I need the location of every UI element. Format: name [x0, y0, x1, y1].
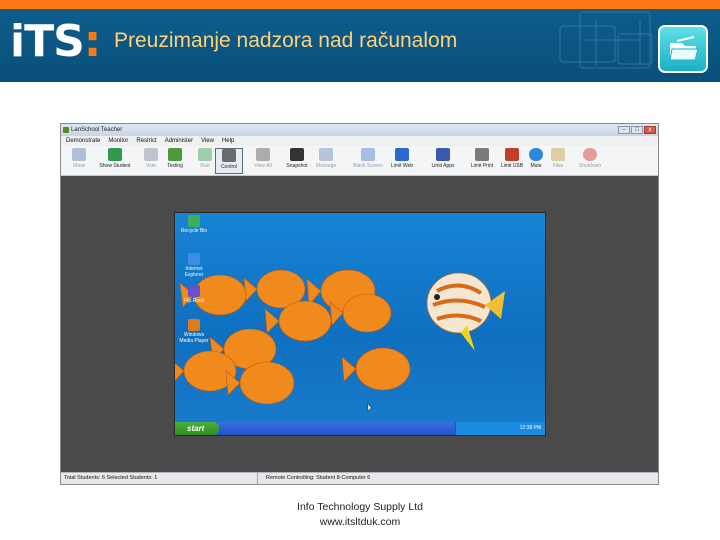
- lanschool-window: LanSchool Teacher – □ x Demonstrate Moni…: [60, 123, 659, 485]
- run-icon: [198, 148, 212, 161]
- monitor-icon: [72, 148, 86, 161]
- printer-icon: [475, 148, 489, 161]
- message-icon: [319, 148, 333, 161]
- testing-icon: [168, 148, 182, 161]
- slide: iTS: Preuzimanje nadzora nad računalom L…: [0, 0, 720, 540]
- desktop-wallpaper: [175, 269, 505, 412]
- toolbar: Show Show Student Vote Testing Run Contr…: [61, 146, 658, 176]
- toolbar-show-button[interactable]: Show: [65, 148, 93, 174]
- menu-bar: Demonstrate Monitor Restrict Administer …: [61, 136, 658, 146]
- menu-restrict[interactable]: Restrict: [136, 136, 156, 146]
- menu-view[interactable]: View: [201, 136, 214, 146]
- status-students: Total Students: 6 Selected Students: 1: [64, 475, 158, 481]
- blank-screen-icon: [361, 148, 375, 161]
- toolbar-limit-web-button[interactable]: Limit Web: [388, 148, 416, 174]
- slide-title: Preuzimanje nadzora nad računalom: [114, 29, 458, 52]
- folder-icon: [658, 25, 708, 73]
- footer-website: www.itsltduk.com: [319, 516, 401, 528]
- speaker-icon: [529, 148, 543, 161]
- app-icon: [63, 127, 69, 133]
- menu-help[interactable]: Help: [222, 136, 234, 146]
- toolbar-files-button[interactable]: Files: [544, 148, 572, 174]
- toolbar-control-button[interactable]: Control: [215, 148, 243, 174]
- status-bar: Total Students: 6 Selected Students: 1 R…: [61, 472, 658, 484]
- toolbar-message-button[interactable]: Message: [312, 148, 340, 174]
- desktop-icon-ftp[interactable]: Ftp.Rock: [177, 285, 211, 304]
- ftp-icon: [188, 285, 200, 297]
- window-title: LanSchool Teacher: [71, 127, 123, 133]
- system-tray: 12:38 PM: [455, 422, 545, 435]
- toolbar-blank-screen-button[interactable]: Blank Screen: [351, 148, 385, 174]
- internet-explorer-icon: [188, 253, 200, 265]
- menu-administer[interactable]: Administer: [165, 136, 193, 146]
- menu-demonstrate[interactable]: Demonstrate: [66, 136, 100, 146]
- logo-text: iTS: [10, 16, 85, 67]
- apps-icon: [436, 148, 450, 161]
- pen-icon: [222, 149, 236, 162]
- logo-colon: :: [83, 16, 102, 67]
- taskbar: start 12:38 PM: [175, 422, 545, 435]
- status-remote-control: Remote Controlling: Student 8-Computer 6: [257, 473, 370, 484]
- toolbar-testing-button[interactable]: Testing: [161, 148, 189, 174]
- web-icon: [395, 148, 409, 161]
- remote-desktop-view[interactable]: Recycle Bin Internet Explorer Ftp.Rock W…: [174, 212, 546, 436]
- close-button[interactable]: x: [644, 126, 656, 134]
- camera-icon: [290, 148, 304, 161]
- menu-monitor[interactable]: Monitor: [108, 136, 128, 146]
- window-controls: – □ x: [618, 126, 656, 134]
- header-band: iTS: Preuzimanje nadzora nad računalom: [0, 0, 720, 82]
- footer-company: Info Technology Supply Ltd: [297, 501, 423, 513]
- toolbar-limit-apps-button[interactable]: Limit Apps: [429, 148, 457, 174]
- media-player-icon: [188, 319, 200, 331]
- recycle-bin-icon: [188, 215, 200, 227]
- desktop-icon-internet-explorer[interactable]: Internet Explorer: [177, 253, 211, 278]
- student-icon: [108, 148, 122, 161]
- start-button[interactable]: start: [175, 422, 219, 435]
- toolbar-snapshot-button[interactable]: Snapshot: [283, 148, 311, 174]
- desktop-icon-recycle-bin[interactable]: Recycle Bin: [177, 215, 211, 234]
- minimize-button[interactable]: –: [618, 126, 630, 134]
- clock: 12:38 PM: [519, 425, 541, 431]
- toolbar-limit-print-button[interactable]: Limit Print: [468, 148, 496, 174]
- files-icon: [551, 148, 565, 161]
- maximize-button[interactable]: □: [631, 126, 643, 134]
- shutdown-icon: [583, 148, 597, 161]
- vote-icon: [144, 148, 158, 161]
- usb-icon: [505, 148, 519, 161]
- desktop-icon-media-player[interactable]: Windows Media Player: [177, 319, 211, 344]
- toolbar-view-all-button[interactable]: View All: [249, 148, 277, 174]
- grid-icon: [256, 148, 270, 161]
- its-logo: iTS:: [10, 16, 102, 68]
- toolbar-shutdown-button[interactable]: Shutdown: [573, 148, 607, 174]
- footer: Info Technology Supply Ltd www.itsltduk.…: [260, 500, 460, 530]
- window-titlebar: LanSchool Teacher – □ x: [61, 124, 658, 136]
- toolbar-show-student-button[interactable]: Show Student: [97, 148, 133, 174]
